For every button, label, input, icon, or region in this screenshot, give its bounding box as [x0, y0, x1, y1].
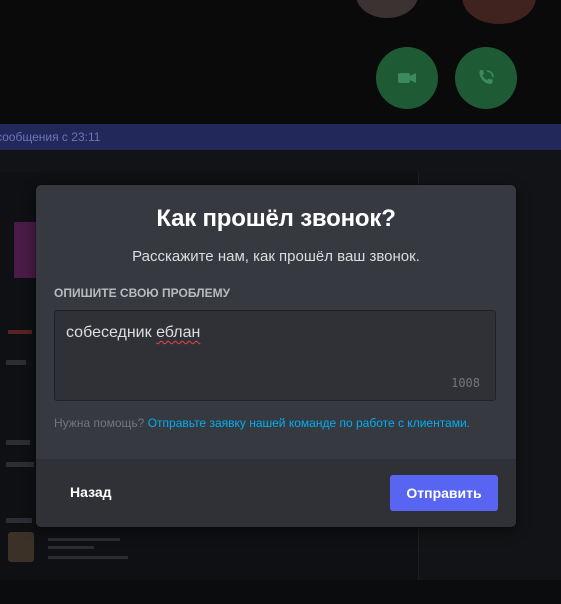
char-counter: 1008 [451, 376, 480, 390]
embed-text-line [6, 462, 34, 467]
attachment-line [48, 556, 128, 559]
attachment-line [48, 546, 94, 549]
problem-text-value: собеседник еблан [66, 324, 200, 342]
attachment-line [48, 538, 120, 541]
embed-accent [8, 330, 32, 334]
modal-footer: Назад Отправить [36, 459, 516, 527]
submit-button[interactable]: Отправить [390, 475, 498, 511]
chat-footer [0, 580, 561, 604]
misspelled-word: еблан [156, 324, 201, 341]
attachment-thumbnail [8, 532, 34, 562]
video-toggle-button[interactable] [376, 47, 438, 109]
call-button[interactable] [455, 47, 517, 109]
problem-field-label: ОПИШИТЕ СВОЮ ПРОБЛЕМУ [54, 286, 231, 300]
phone-call-icon [479, 70, 494, 84]
new-messages-banner[interactable]: сообщения с 23:11 [0, 124, 561, 150]
embed-text-line [6, 440, 30, 445]
video-camera-icon [398, 73, 416, 83]
problem-textarea[interactable]: собеседник еблан 1008 [54, 310, 496, 401]
modal-subtitle: Расскажите нам, как прошёл ваш звонок. [132, 248, 420, 265]
support-ticket-link[interactable]: Отправьте заявку нашей команде по работе… [148, 416, 470, 430]
modal-title: Как прошёл звонок? [156, 205, 396, 232]
embed-text-line [6, 360, 26, 365]
help-prefix: Нужна помощь? [54, 416, 145, 430]
back-button[interactable]: Назад [70, 484, 112, 500]
call-feedback-modal: Как прошёл звонок? Расскажите нам, как п… [36, 185, 516, 527]
text-word: собеседник [66, 324, 152, 341]
help-text: Нужна помощь? Отправьте заявку нашей ком… [54, 416, 470, 430]
new-messages-text: сообщения с 23:11 [0, 130, 101, 144]
embed-text-line [6, 518, 32, 523]
